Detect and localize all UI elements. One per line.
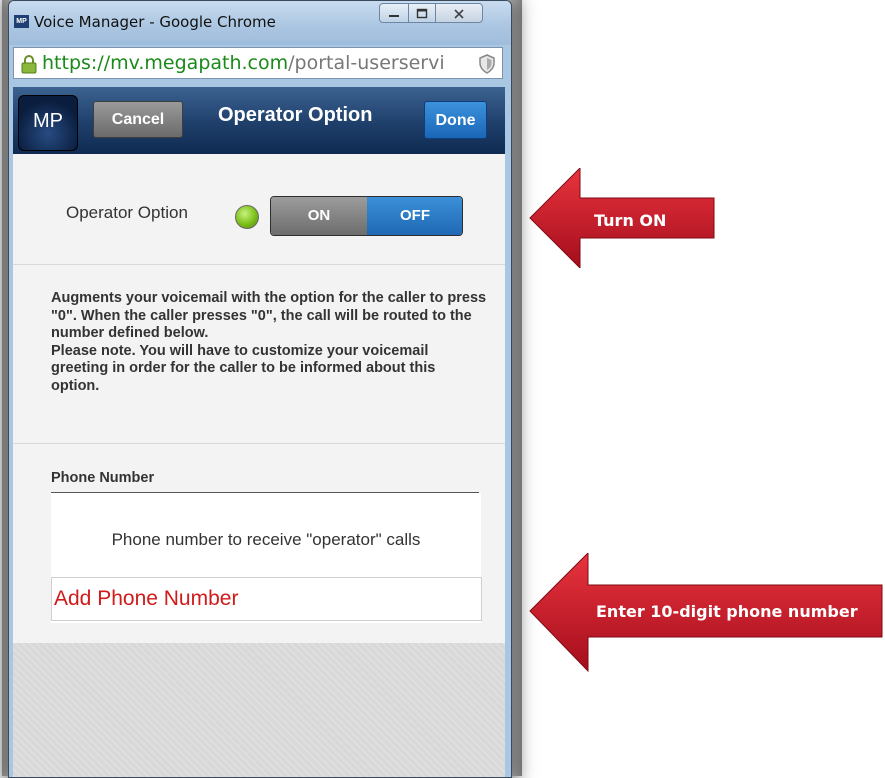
shield-icon[interactable] — [478, 54, 496, 74]
maximize-button[interactable] — [408, 3, 436, 23]
page-viewport: MP Cancel Operator Option Done Operator … — [13, 87, 505, 777]
description-text: Augments your voicemail with the option … — [51, 290, 487, 394]
cancel-button[interactable]: Cancel — [93, 101, 183, 138]
operator-option-toggle[interactable]: ON OFF — [270, 196, 463, 236]
operator-option-label: Operator Option — [66, 203, 188, 222]
divider — [13, 443, 505, 444]
url-path: /portal-userservi — [288, 52, 445, 74]
divider — [13, 264, 505, 265]
maximize-icon — [416, 8, 428, 19]
url-text[interactable]: https://mv.megapath.com/portal-userservi — [42, 52, 474, 74]
phone-number-panel: Phone number to receive "operator" calls… — [51, 493, 482, 623]
browser-window: MP Voice Manager - Google Chrome https:/… — [8, 0, 512, 778]
minimize-button[interactable] — [379, 3, 409, 23]
phone-help-text: Phone number to receive "operator" calls — [111, 530, 421, 549]
phone-number-input[interactable]: Add Phone Number — [51, 577, 482, 621]
title-bar[interactable]: MP Voice Manager - Google Chrome — [9, 1, 511, 45]
phone-number-heading: Phone Number — [51, 470, 155, 486]
close-icon — [454, 9, 464, 19]
lock-icon — [21, 55, 37, 74]
page-title: Operator Option — [218, 104, 373, 126]
empty-page-area — [13, 643, 505, 777]
window-title: Voice Manager - Google Chrome — [34, 13, 276, 31]
app-header: MP Cancel Operator Option Done — [13, 87, 505, 154]
address-bar[interactable]: https://mv.megapath.com/portal-userservi — [13, 47, 503, 79]
operator-option-row: Operator Option ON OFF — [13, 154, 505, 264]
url-host: https://mv.megapath.com — [42, 52, 289, 74]
status-indicator-icon — [235, 205, 259, 229]
done-button[interactable]: Done — [424, 101, 487, 139]
toggle-on-button[interactable]: ON — [271, 197, 367, 235]
turn-on-label: Turn ON — [594, 211, 667, 230]
toggle-off-button[interactable]: OFF — [367, 197, 462, 235]
enter-phone-label: Enter 10-digit phone number — [596, 602, 858, 621]
app-icon: MP — [14, 15, 29, 28]
close-button[interactable] — [435, 3, 483, 23]
logo: MP — [18, 95, 78, 151]
option-description: Augments your voicemail with the option … — [51, 290, 487, 395]
minimize-icon — [389, 15, 399, 17]
